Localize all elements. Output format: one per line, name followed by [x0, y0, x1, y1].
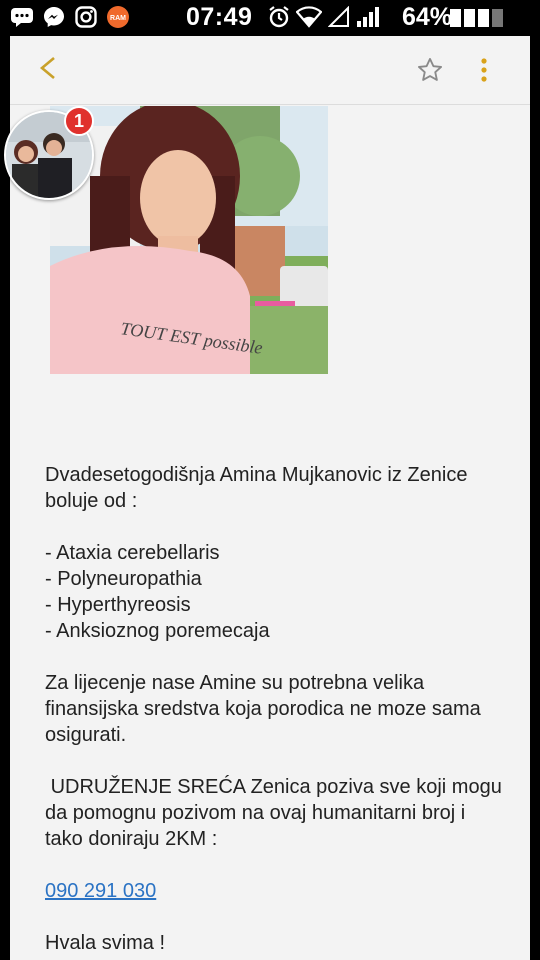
donation-phone-link[interactable]: 090 291 030 — [45, 880, 156, 902]
ram-app-icon: RAM — [106, 5, 130, 29]
notification-badge: 1 — [64, 106, 94, 136]
back-arrow-icon — [39, 57, 55, 79]
status-time: 07:49 — [186, 3, 253, 31]
battery-percent: 64% — [402, 3, 453, 31]
condition-item: - Polyneuropathia — [45, 568, 202, 590]
battery-cell — [464, 9, 475, 27]
post-paragraph-appeal: UDRUŽENJE SREĆA Zenica poziva sve koji m… — [45, 776, 508, 850]
post-body: Dvadesetogodišnja Amina Mujkanovic iz Ze… — [45, 462, 505, 956]
battery-cell — [450, 9, 461, 27]
signal-icon — [356, 6, 382, 33]
status-system-icons — [268, 5, 382, 34]
condition-item: - Ataxia cerebellaris — [45, 542, 220, 564]
status-bar: RAM 07:49 64% — [0, 0, 540, 36]
post-paragraph-funding: Za lijecenje nase Amine su potrebna veli… — [45, 672, 481, 746]
chat-icon — [10, 5, 34, 29]
more-options-button[interactable] — [476, 56, 492, 84]
battery-cell — [492, 9, 503, 27]
ram-label: RAM — [110, 15, 126, 22]
instagram-icon — [74, 5, 98, 29]
condition-item: - Anksioznog poremecaja — [45, 620, 270, 642]
condition-item: - Hyperthyreosis — [45, 594, 191, 616]
status-notification-icons: RAM — [10, 5, 130, 29]
signal-empty-icon — [327, 5, 350, 33]
alarm-icon — [268, 5, 290, 34]
star-icon — [417, 57, 443, 81]
post-intro: Dvadesetogodišnja Amina Mujkanovic iz Ze… — [45, 464, 468, 512]
app-screen: TOUT EST possible 1 Dvadesetogodišnja Am… — [4, 36, 530, 960]
favorite-button[interactable] — [416, 56, 444, 84]
top-toolbar — [10, 36, 530, 105]
battery-cell — [478, 9, 489, 27]
back-button[interactable] — [34, 54, 62, 82]
battery-icon — [450, 9, 522, 27]
messenger-icon — [42, 5, 66, 29]
wifi-icon — [295, 6, 323, 33]
more-vert-icon — [481, 58, 487, 82]
post-closing: Hvala svima ! — [45, 932, 166, 954]
